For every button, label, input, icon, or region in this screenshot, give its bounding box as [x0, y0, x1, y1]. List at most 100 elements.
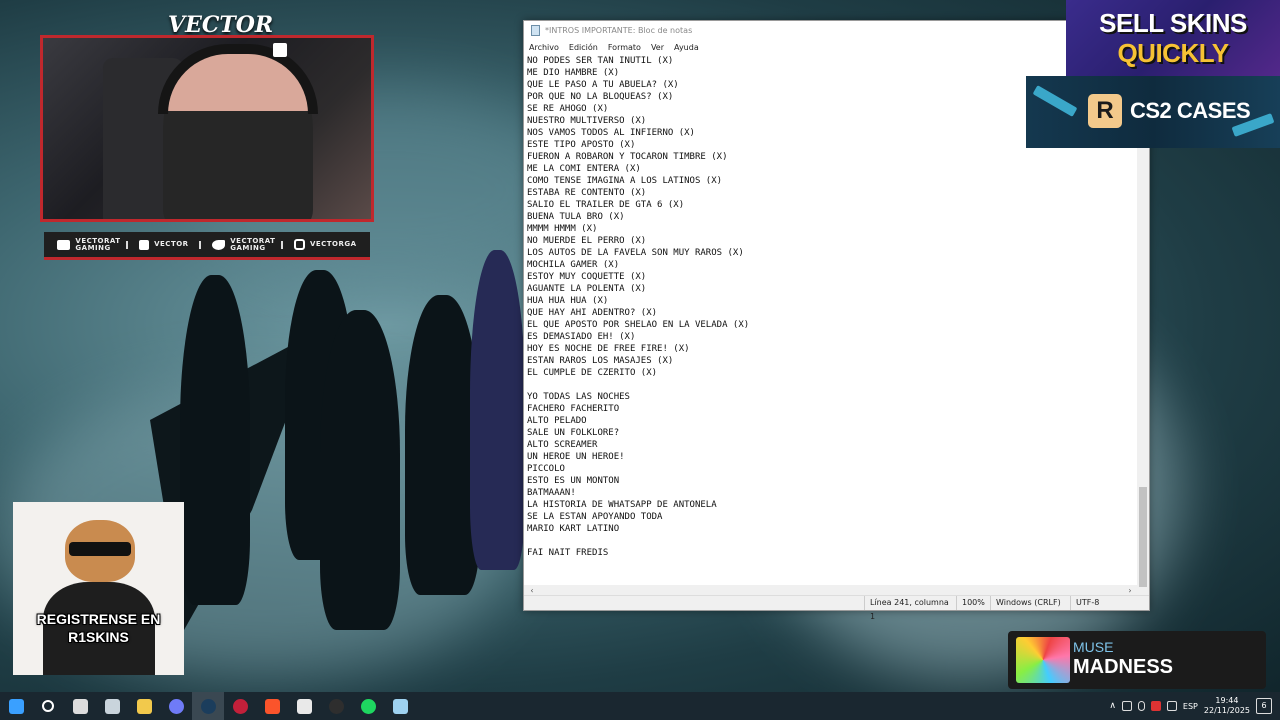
- text-line: EL CUMPLE DE CZERITO (X): [527, 368, 658, 378]
- headset: [158, 44, 318, 114]
- menu-edicion[interactable]: Edición: [569, 43, 598, 52]
- sunglasses-icon: [69, 542, 131, 556]
- search-icon: [42, 700, 54, 712]
- taskbar-button[interactable]: [352, 692, 384, 720]
- social-label: VECTOR: [154, 240, 189, 248]
- webcam-feed: [40, 35, 374, 222]
- status-spacer: [524, 596, 864, 610]
- divider: [199, 240, 202, 249]
- text-line: SE LA ESTAN APOYANDO TODA: [527, 512, 663, 522]
- volume-icon[interactable]: [1166, 701, 1177, 711]
- notepad-icon: [392, 698, 408, 714]
- taskbar-button[interactable]: [384, 692, 416, 720]
- taskbar-button[interactable]: [32, 692, 64, 720]
- taskbar-button[interactable]: [192, 692, 224, 720]
- spotify-icon: [360, 698, 376, 714]
- obs-icon: [328, 698, 344, 714]
- text-line: HOY ES NOCHE DE FREE FIRE! (X): [527, 344, 690, 354]
- divider: [126, 240, 129, 249]
- taskbar-button[interactable]: [96, 692, 128, 720]
- opera-gx-icon: [232, 698, 248, 714]
- text-line: [527, 379, 1138, 391]
- banner-text: CS2 CASES: [1130, 98, 1251, 123]
- taskbar-button[interactable]: [0, 692, 32, 720]
- taskbar-button[interactable]: [256, 692, 288, 720]
- text-line: ESTABA RE CONTENTO (X): [527, 188, 647, 198]
- cat-caption: REGISTRENSE EN R1SKINS: [13, 610, 184, 646]
- banner-line2: QUICKLY: [1117, 38, 1229, 68]
- line-ending: Windows (CRLF): [990, 596, 1070, 610]
- brave-icon: [264, 698, 280, 714]
- taskbar-button[interactable]: [128, 692, 160, 720]
- taskbar-apps: [0, 692, 416, 720]
- taskbar-button[interactable]: [288, 692, 320, 720]
- text-line: NO MUERDE EL PERRO (X): [527, 236, 647, 246]
- zoom-level: 100%: [956, 596, 990, 610]
- chevron-up-icon[interactable]: ∧: [1109, 701, 1116, 711]
- language-indicator[interactable]: ESP: [1183, 702, 1198, 711]
- text-line: ALTO SCREAMER: [527, 440, 598, 450]
- text-line: MMMM HMMM (X): [527, 224, 598, 234]
- cs2-cases-banner: R CS2 CASES: [1026, 76, 1280, 148]
- artist-name: MUSE: [1073, 639, 1114, 655]
- text-line: COMO TENSE IMAGINA A LOS LATINOS (X): [527, 176, 723, 186]
- taskbar: ∧ ESP 19:44 22/11/2025 6: [0, 692, 1280, 720]
- text-line: SALIO EL TRAILER DE GTA 6 (X): [527, 200, 685, 210]
- cat-caption-line1: REGISTRENSE EN: [36, 611, 161, 627]
- social-twitter: VECTORAT GAMING: [212, 237, 275, 252]
- text-line: NO PODES SER TAN INUTIL (X): [527, 56, 674, 66]
- youtube-icon: [57, 239, 71, 250]
- date: 22/11/2025: [1203, 706, 1250, 715]
- social-instagram: VECTORGA: [293, 239, 357, 250]
- social-links-bar: VECTORAT GAMING VECTOR VECTORAT GAMING V…: [44, 232, 370, 260]
- cat-promo-image: REGISTRENSE EN R1SKINS: [13, 502, 184, 675]
- cat-caption-line2: R1SKINS: [68, 629, 129, 645]
- window-titlebar[interactable]: *INTROS IMPORTANTE: Bloc de notas: [524, 21, 1149, 40]
- notepad-icon: [531, 25, 540, 36]
- text-line: ALTO PELADO: [527, 416, 587, 426]
- text-line: ES DEMASIADO EH! (X): [527, 332, 636, 342]
- text-line: EL QUE APOSTO POR SHELAO EN LA VELADA (X…: [527, 320, 750, 330]
- network-icon[interactable]: [1121, 701, 1132, 711]
- social-label: VECTORGA: [309, 240, 357, 248]
- taskbar-button[interactable]: [160, 692, 192, 720]
- windows-start-icon: [8, 698, 24, 714]
- explorer-icon: [104, 698, 120, 714]
- menu-formato[interactable]: Formato: [608, 43, 641, 52]
- menu-archivo[interactable]: Archivo: [529, 43, 559, 52]
- text-line: MOCHILA GAMER (X): [527, 260, 620, 270]
- recording-icon[interactable]: [1150, 701, 1161, 711]
- album-art: [1016, 637, 1070, 683]
- taskbar-button[interactable]: [320, 692, 352, 720]
- window-title: *INTROS IMPORTANTE: Bloc de notas: [545, 26, 693, 35]
- text-line: YO TODAS LAS NOCHES: [527, 392, 630, 402]
- text-line: ESTO ES UN MONTON: [527, 476, 620, 486]
- text-line: [527, 535, 1138, 547]
- text-line: PICCOLO: [527, 464, 565, 474]
- text-line: ESTOY MUY COQUETTE (X): [527, 272, 647, 282]
- taskbar-button[interactable]: [224, 692, 256, 720]
- steam-icon: [200, 698, 216, 714]
- encoding: UTF-8: [1070, 596, 1140, 610]
- text-line: ESTAN RAROS LOS MASAJES (X): [527, 356, 674, 366]
- social-twitch: VECTOR: [139, 239, 189, 250]
- text-line: BATMAAAN!: [527, 488, 576, 498]
- clock[interactable]: 19:44 22/11/2025: [1204, 696, 1250, 716]
- status-bar: Línea 241, columna 1 100% Windows (CRLF)…: [524, 595, 1149, 621]
- text-line: ME LA COMI ENTERA (X): [527, 164, 641, 174]
- menu-ayuda[interactable]: Ayuda: [674, 43, 699, 52]
- notification-center-icon[interactable]: 6: [1256, 698, 1272, 714]
- text-line: HUA HUA HUA (X): [527, 296, 609, 306]
- menu-ver[interactable]: Ver: [651, 43, 664, 52]
- menu-bar: Archivo Edición Formato Ver Ayuda: [524, 40, 1149, 54]
- time: 19:44: [1215, 696, 1239, 705]
- text-line: QUE HAY AHI ADENTRO? (X): [527, 308, 658, 318]
- rifle-icon: [1032, 85, 1078, 117]
- twitch-icon: [139, 239, 150, 250]
- taskbar-button[interactable]: [64, 692, 96, 720]
- task-view-icon: [72, 698, 88, 714]
- scrollbar-thumb[interactable]: [1139, 487, 1147, 587]
- r-logo-icon: R: [1088, 94, 1122, 128]
- microphone-icon[interactable]: [1137, 701, 1145, 711]
- text-line: AGUANTE LA POLENTA (X): [527, 284, 647, 294]
